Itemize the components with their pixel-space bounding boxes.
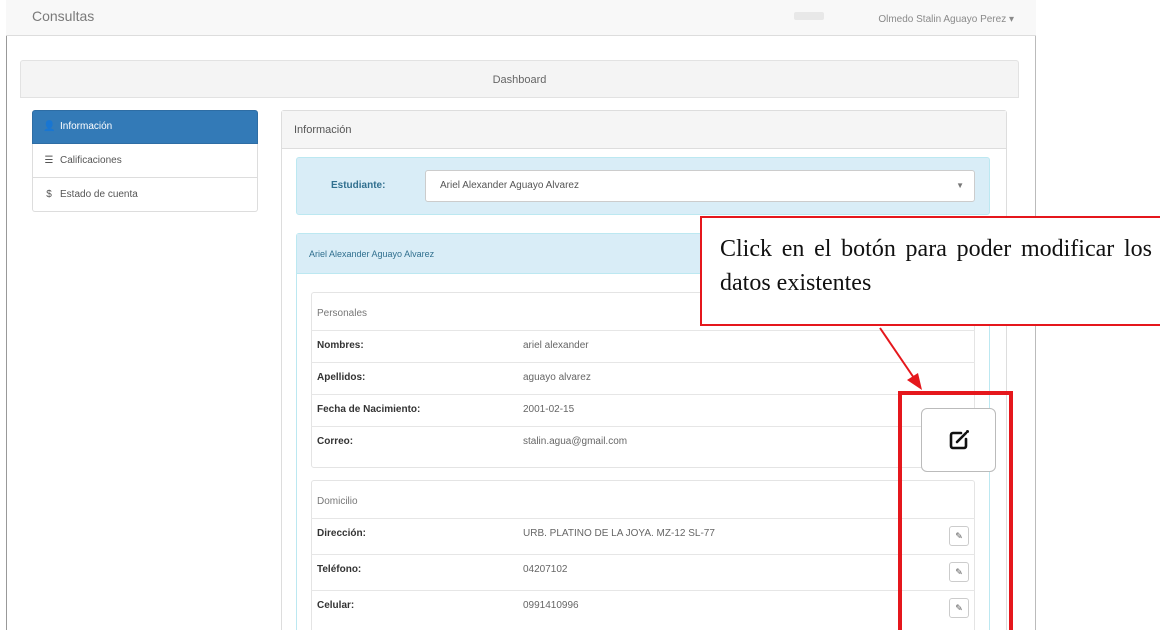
student-label: Estudiante: (331, 180, 386, 191)
field-value: 2001-02-15 (523, 404, 575, 415)
field-value: 0991410996 (523, 600, 579, 611)
table-row: Correo: stalin.agua@gmail.com (311, 426, 975, 458)
annotation-callout: Click en el botón para poder modificar l… (700, 216, 1160, 326)
section-title-domicilio: Domicilio (317, 496, 358, 507)
navbar: Consultas Olmedo Stalin Aguayo Perez ▾ (6, 0, 1036, 36)
user-avatar (794, 12, 824, 20)
sidebar-item-calificaciones[interactable]: ☰ Calificaciones (32, 144, 258, 178)
sidebar-item-label: Estado de cuenta (60, 188, 138, 200)
sidebar-item-informacion[interactable]: 👤 Información (32, 110, 258, 144)
field-label: Nombres: (317, 340, 364, 351)
table-row: Fecha de Nacimiento: 2001-02-15 (311, 394, 975, 426)
field-value: stalin.agua@gmail.com (523, 436, 628, 447)
field-label: Dirección: (317, 528, 366, 539)
field-value: ariel alexander (523, 340, 589, 351)
field-label: Fecha de Nacimiento: (317, 404, 421, 415)
list-icon: ☰ (44, 154, 54, 166)
field-label: Celular: (317, 600, 355, 611)
brand-link[interactable]: Consultas (32, 8, 94, 24)
user-menu-dropdown[interactable]: Olmedo Stalin Aguayo Perez ▾ (878, 14, 1014, 25)
student-select[interactable]: Ariel Alexander Aguayo Alvarez ▼ (425, 170, 975, 202)
field-label: Teléfono: (317, 564, 362, 575)
sidebar: 👤 Información ☰ Calificaciones $ Estado … (32, 110, 258, 212)
sidebar-item-estado-de-cuenta[interactable]: $ Estado de cuenta (32, 178, 258, 212)
field-value: aguayo alvarez (523, 372, 591, 383)
sidebar-item-label: Información (60, 121, 113, 132)
dollar-icon: $ (46, 188, 52, 200)
field-label: Correo: (317, 436, 354, 447)
caret-down-icon: ▼ (956, 181, 964, 190)
table-row: Celular: 0991410996 ✎ (311, 590, 975, 622)
table-row: Nombres: ariel alexander (311, 330, 975, 362)
table-row: Dirección: URB. PLATINO DE LA JOYA. MZ-1… (311, 518, 975, 550)
sidebar-item-label: Calificaciones (60, 154, 122, 166)
table-row: Teléfono: 04207102 ✎ (311, 554, 975, 586)
highlight-frame (898, 391, 1013, 630)
panel-title: Información (282, 111, 1006, 149)
section-title-personales: Personales (317, 308, 368, 319)
user-icon: 👤 (43, 121, 56, 132)
field-value: 04207102 (523, 564, 568, 575)
student-filter: Estudiante: Ariel Alexander Aguayo Alvar… (296, 157, 990, 215)
field-value: URB. PLATINO DE LA JOYA. MZ-12 SL-77 (523, 528, 715, 539)
field-label: Apellidos: (317, 372, 366, 383)
table-row: Apellidos: aguayo alvarez (311, 362, 975, 394)
dashboard-header: Dashboard (20, 60, 1019, 98)
student-select-value: Ariel Alexander Aguayo Alvarez (440, 180, 579, 191)
